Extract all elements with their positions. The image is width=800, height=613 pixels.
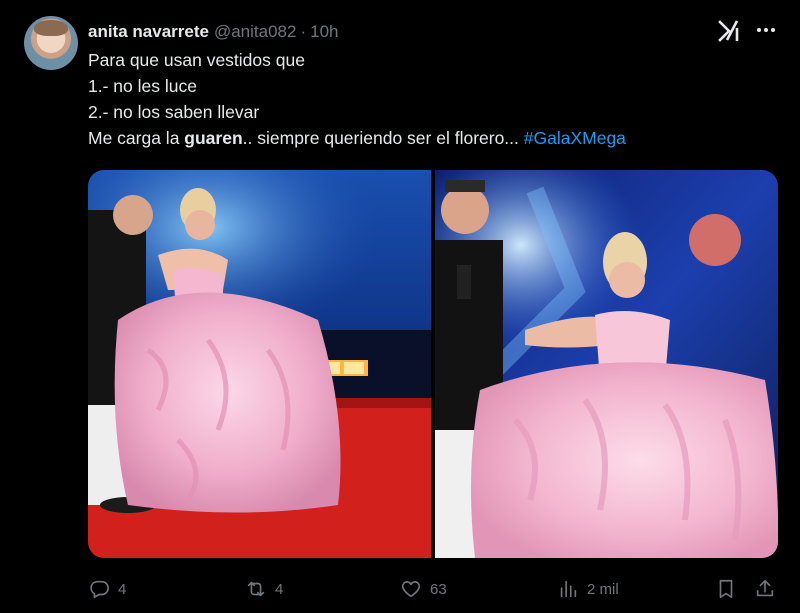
hashtag-link[interactable]: #GalaXMega <box>524 128 626 148</box>
grok-icon[interactable] <box>716 18 742 44</box>
photo-2-drawing <box>435 170 778 558</box>
retweet-button[interactable]: 4 <box>245 572 283 606</box>
tweet-line-3: 2.- no los saben llevar <box>88 102 260 122</box>
photo-1[interactable] <box>88 170 431 558</box>
tweet-bold-word: guaren <box>184 128 243 148</box>
tweet-line-4-prefix: Me carga la <box>88 128 185 148</box>
tweet-time[interactable]: 10h <box>310 22 338 42</box>
tweet-line-1: Para que usan vestidos que <box>88 50 305 70</box>
author-name[interactable]: anita navarrete <box>88 22 209 42</box>
like-count: 63 <box>430 580 447 598</box>
like-button[interactable]: 63 <box>400 572 447 606</box>
share-button[interactable] <box>754 572 776 606</box>
tweet-line-4-suffix: .. siempre queriendo ser el florero... <box>242 128 524 148</box>
views-count: 2 mil <box>587 580 619 598</box>
retweet-icon <box>247 581 265 597</box>
photo-1-drawing <box>88 170 431 558</box>
heart-icon <box>401 581 421 598</box>
reply-count: 4 <box>118 580 127 598</box>
tweet-header: anita navarrete @anita082 · 10h <box>88 19 339 45</box>
bookmark-icon <box>719 579 733 599</box>
photo-2[interactable] <box>435 170 778 558</box>
retweet-count: 4 <box>275 580 284 598</box>
more-icon[interactable] <box>754 18 778 42</box>
media-grid <box>88 170 778 558</box>
tweet-line-4: Me carga la guaren.. siempre queriendo s… <box>88 125 778 151</box>
share-icon <box>756 579 774 597</box>
bookmark-button[interactable] <box>715 572 737 606</box>
tweet-text: Para que usan vestidos que 1.- no les lu… <box>88 47 778 151</box>
action-bar: 4 4 63 2 mil <box>88 572 778 606</box>
reply-button[interactable]: 4 <box>88 572 126 606</box>
avatar[interactable] <box>24 16 78 70</box>
reply-icon <box>90 580 109 599</box>
tweet[interactable]: anita navarrete @anita082 · 10h Para que… <box>0 0 800 613</box>
author-handle[interactable]: @anita082 <box>214 22 297 42</box>
views-icon <box>560 580 577 598</box>
avatar-hair <box>34 20 68 36</box>
views-button[interactable]: 2 mil <box>557 572 619 606</box>
separator-dot: · <box>300 22 307 41</box>
tweet-line-2: 1.- no les luce <box>88 76 197 96</box>
